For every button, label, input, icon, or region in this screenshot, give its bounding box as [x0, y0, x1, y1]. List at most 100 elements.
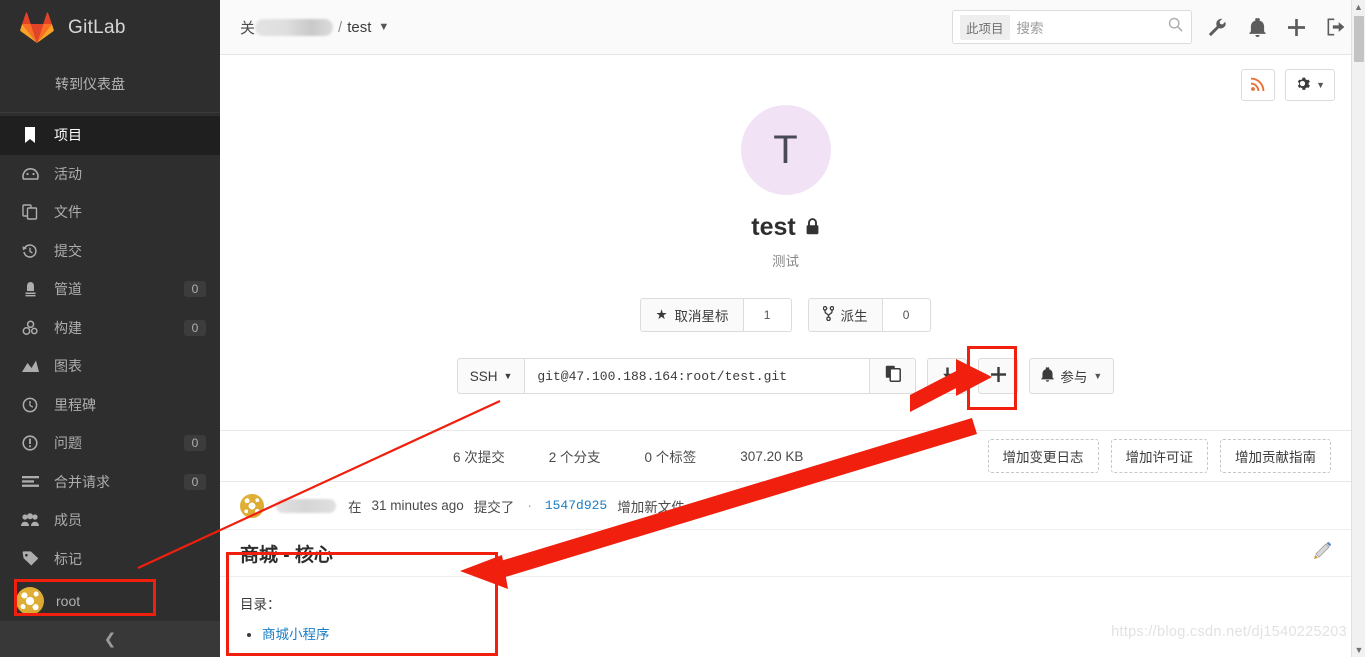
- new-item-plus-button[interactable]: [978, 358, 1019, 394]
- add-changelog-button[interactable]: 增加变更日志: [987, 439, 1099, 473]
- sidebar-item-graphs[interactable]: 图表: [0, 347, 220, 386]
- merge-request-icon: [20, 473, 40, 491]
- chevron-down-icon: ▼: [1316, 80, 1325, 90]
- sidebar-item-label: 项目: [54, 127, 82, 144]
- project-tools-row: ▼: [220, 55, 1351, 101]
- scrollbar-thumb[interactable]: [1354, 16, 1364, 62]
- breadcrumb-group[interactable]: 关: [240, 17, 255, 38]
- clone-url-group: SSH ▼ git@47.100.188.164:root/test.git: [456, 358, 917, 394]
- main-area: 关 / test ▼ 此项目 搜索 ▼ T test 测试 ★ 取消星标 1 派…: [220, 0, 1365, 657]
- build-icon: [20, 319, 40, 337]
- download-button[interactable]: [927, 358, 968, 394]
- sidebar-item-issues[interactable]: 问题 0: [0, 424, 220, 463]
- breadcrumb-project[interactable]: test: [347, 19, 371, 36]
- top-navbar: 关 / test ▼ 此项目 搜索: [220, 0, 1365, 55]
- clone-protocol-label: SSH: [469, 368, 498, 384]
- project-settings-button[interactable]: ▼: [1285, 69, 1335, 101]
- sidebar-item-label: 图表: [54, 358, 82, 375]
- sidebar-item-label: 标记: [54, 550, 82, 567]
- project-name: test: [751, 213, 796, 241]
- copy-url-button[interactable]: [870, 358, 917, 394]
- sidebar-item-label: 提交: [54, 242, 82, 259]
- sidebar-collapse-button[interactable]: ❮: [0, 621, 220, 657]
- sign-out-icon[interactable]: [1327, 18, 1345, 36]
- sidebar-item-files[interactable]: 文件: [0, 193, 220, 232]
- commit-separator: ·: [527, 498, 532, 513]
- fork-count[interactable]: 0: [882, 298, 931, 332]
- scroll-down-arrow-icon[interactable]: ▼: [1352, 643, 1365, 657]
- sidebar-item-root-user[interactable]: root: [0, 580, 220, 622]
- bell-notification-icon[interactable]: [1249, 17, 1266, 37]
- commit-time: 31 minutes ago: [371, 498, 464, 513]
- sidebar-badge: 0: [184, 319, 206, 336]
- sidebar-item-label: 活动: [54, 165, 82, 182]
- rss-feed-button[interactable]: [1241, 69, 1276, 101]
- sidebar-item-pipelines[interactable]: 管道 0: [0, 270, 220, 309]
- files-icon: [20, 203, 40, 221]
- sidebar-dashboard-link[interactable]: 转到仪表盘: [0, 55, 220, 113]
- gitlab-tanuki-logo: [20, 11, 54, 43]
- fork-button-group: 派生 0: [807, 298, 931, 332]
- page-title: test: [220, 213, 1351, 242]
- chart-icon: [20, 357, 40, 375]
- commit-prefix: 在: [348, 499, 362, 515]
- sidebar-item-merge-requests[interactable]: 合并请求 0: [0, 463, 220, 502]
- sidebar-item-builds[interactable]: 构建 0: [0, 309, 220, 348]
- fork-button[interactable]: 派生: [807, 298, 883, 332]
- sidebar-item-activity[interactable]: 活动: [0, 155, 220, 194]
- search-scope-badge[interactable]: 此项目: [960, 14, 1010, 40]
- add-license-button[interactable]: 增加许可证: [1110, 439, 1208, 473]
- sidebar: GitLab 转到仪表盘 项目 活动 文件 提交 管道 0 构建 0 图表 里程…: [0, 0, 220, 657]
- commit-message[interactable]: 增加新文件: [617, 496, 685, 516]
- stat-tags[interactable]: 0 个标签: [645, 446, 697, 466]
- watermark: https://blog.csdn.net/dj1540225203: [1111, 624, 1347, 640]
- chevron-down-icon[interactable]: ▼: [378, 21, 389, 33]
- avatar: [240, 493, 264, 518]
- sidebar-item-milestones[interactable]: 里程碑: [0, 386, 220, 425]
- stat-commits[interactable]: 6 次提交: [453, 446, 505, 466]
- stat-branches[interactable]: 2 个分支: [549, 446, 601, 466]
- bookmark-icon: [20, 126, 40, 144]
- sidebar-item-label: 合并请求: [54, 473, 110, 490]
- notification-participate-button[interactable]: 参与 ▼: [1029, 358, 1115, 394]
- download-icon: [940, 367, 955, 386]
- sidebar-item-members[interactable]: 成员: [0, 501, 220, 540]
- sidebar-item-commits[interactable]: 提交: [0, 232, 220, 271]
- sidebar-item-label: 构建: [54, 319, 82, 336]
- sidebar-item-projects[interactable]: 项目: [0, 116, 220, 155]
- commit-verb: 提交了: [473, 499, 515, 515]
- project-avatar: T: [740, 105, 831, 195]
- star-button[interactable]: ★ 取消星标: [640, 298, 744, 332]
- clone-url-field[interactable]: git@47.100.188.164:root/test.git: [525, 358, 871, 394]
- plus-icon: [990, 367, 1006, 385]
- sidebar-badge: 0: [184, 473, 206, 490]
- scroll-up-arrow-icon[interactable]: ▲: [1352, 0, 1365, 14]
- sidebar-nav: 项目 活动 文件 提交 管道 0 构建 0 图表 里程碑 问题 0 合并请求 0…: [0, 113, 220, 622]
- rss-icon: [1250, 77, 1265, 94]
- pencil-edit-icon[interactable]: [1314, 541, 1332, 564]
- project-actions: ★ 取消星标 1 派生 0: [220, 298, 1351, 332]
- brand-header[interactable]: GitLab: [0, 0, 220, 55]
- plus-new-icon[interactable]: [1288, 18, 1305, 36]
- add-contribution-guide-button[interactable]: 增加贡献指南: [1220, 439, 1331, 473]
- bell-icon: [1041, 367, 1055, 385]
- chevron-left-icon: ❮: [103, 631, 117, 648]
- add-file-buttons: 增加变更日志 增加许可证 增加贡献指南: [987, 439, 1331, 473]
- star-count[interactable]: 1: [743, 298, 792, 332]
- readme-toc-link[interactable]: 商城小程序: [262, 627, 330, 642]
- wrench-admin-icon[interactable]: [1208, 18, 1227, 37]
- breadcrumb-group-redacted: [255, 18, 334, 36]
- notify-label: 参与: [1060, 370, 1088, 385]
- sidebar-item-labels[interactable]: 标记: [0, 540, 220, 579]
- activity-icon: [20, 165, 40, 183]
- search-input[interactable]: 此项目 搜索: [952, 10, 1192, 44]
- page-scrollbar[interactable]: ▲ ▼: [1351, 0, 1365, 657]
- stat-repo-size: 307.20 KB: [740, 448, 804, 464]
- project-header: T test 测试: [220, 105, 1351, 270]
- sidebar-item-label: 管道: [54, 281, 82, 298]
- clone-protocol-dropdown[interactable]: SSH ▼: [456, 358, 526, 394]
- sidebar-item-label: 文件: [54, 204, 82, 221]
- commit-sha-link[interactable]: 1547d925: [545, 498, 607, 513]
- history-icon: [20, 242, 40, 260]
- breadcrumb[interactable]: 关 / test ▼: [240, 17, 389, 38]
